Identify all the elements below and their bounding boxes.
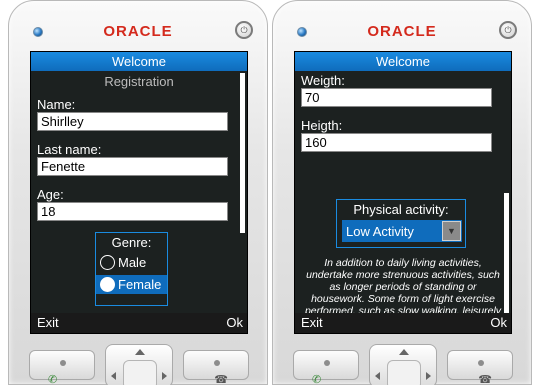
arrow-right-icon[interactable] xyxy=(426,372,431,380)
dot-icon xyxy=(60,360,66,366)
phone-screen: Welcome Registration Name: Shirlley Last… xyxy=(30,51,248,334)
dpad[interactable] xyxy=(105,344,173,385)
end-call-icon: ☎ xyxy=(214,374,228,385)
right-soft-button[interactable]: ☎ xyxy=(183,350,249,385)
scrollbar[interactable] xyxy=(240,73,245,313)
name-field[interactable]: Shirlley xyxy=(37,112,228,131)
brand-logo: ORACLE xyxy=(367,23,437,40)
arrow-up-icon[interactable] xyxy=(399,349,409,355)
dropdown-arrow-icon[interactable]: ▼ xyxy=(442,221,461,241)
lastname-label: Last name: xyxy=(37,142,102,157)
brand-logo: ORACLE xyxy=(103,23,173,40)
scrollbar-thumb[interactable] xyxy=(240,73,245,233)
power-button[interactable]: ⏻ xyxy=(235,21,253,39)
height-field[interactable]: 160 xyxy=(301,133,492,152)
power-button[interactable]: ⏻ xyxy=(499,21,517,39)
phone-screen: Welcome Weigth: 70 Heigth: 160 Physical … xyxy=(294,51,512,334)
arrow-up-icon[interactable] xyxy=(135,349,145,355)
form-content: Registration Name: Shirlley Last name: F… xyxy=(31,71,247,315)
name-label: Name: xyxy=(37,97,76,112)
ok-softkey[interactable]: Ok xyxy=(226,313,243,333)
dpad-select-button[interactable] xyxy=(123,360,157,385)
activity-description: In addition to daily living activities, … xyxy=(304,257,502,315)
power-icon: ⏻ xyxy=(240,24,248,35)
height-label: Heigth: xyxy=(301,118,343,133)
genre-option-label: Male xyxy=(118,255,147,270)
right-soft-button[interactable]: ☎ xyxy=(447,350,513,385)
form-subtitle: Registration xyxy=(104,74,174,89)
call-icon: ✆ xyxy=(312,374,322,385)
activity-select[interactable]: Low Activity ▼ xyxy=(342,220,462,242)
age-field[interactable]: 18 xyxy=(37,202,228,221)
activity-selected-value: Low Activity xyxy=(346,223,414,239)
dot-icon xyxy=(478,360,484,366)
keypad: ✆ ☎ xyxy=(29,344,249,385)
screen-title: Welcome xyxy=(31,52,247,71)
end-call-icon: ☎ xyxy=(478,374,492,385)
radio-checked-icon xyxy=(100,277,115,292)
dot-icon xyxy=(214,360,220,366)
dpad[interactable] xyxy=(369,344,437,385)
radio-unchecked-icon xyxy=(100,255,115,270)
dot-icon xyxy=(324,360,330,366)
softkey-bar: Exit Ok xyxy=(295,313,511,333)
screen-title: Welcome xyxy=(295,52,511,71)
ok-softkey[interactable]: Ok xyxy=(490,313,507,333)
activity-label: Physical activity: xyxy=(353,202,449,217)
activity-group: Physical activity: Low Activity ▼ xyxy=(336,199,466,248)
weight-field[interactable]: 70 xyxy=(301,88,492,107)
lastname-field[interactable]: Fenette xyxy=(37,157,228,176)
form-content: Weigth: 70 Heigth: 160 Physical activity… xyxy=(295,71,511,315)
arrow-left-icon[interactable] xyxy=(111,372,116,380)
power-icon: ⏻ xyxy=(504,24,512,35)
weight-label: Weigth: xyxy=(301,73,345,88)
genre-option-label: Female xyxy=(118,277,162,292)
exit-softkey[interactable]: Exit xyxy=(301,313,323,333)
scrollbar-thumb[interactable] xyxy=(504,193,509,313)
phone-emulator-right: ORACLE ⏻ Welcome Weigth: 70 Heigth: 160 … xyxy=(272,0,532,385)
genre-label: Genre: xyxy=(111,235,152,250)
keypad: ✆ ☎ xyxy=(293,344,513,385)
genre-group: Genre: Male Female xyxy=(95,232,168,306)
call-icon: ✆ xyxy=(48,374,58,385)
genre-option-female[interactable]: Female xyxy=(96,275,167,294)
softkey-bar: Exit Ok xyxy=(31,313,247,333)
dpad-select-button[interactable] xyxy=(387,360,421,385)
phone-emulator-left: ORACLE ⏻ Welcome Registration Name: Shir… xyxy=(8,0,268,385)
arrow-right-icon[interactable] xyxy=(162,372,167,380)
arrow-left-icon[interactable] xyxy=(375,372,380,380)
genre-option-male[interactable]: Male xyxy=(96,253,167,272)
left-soft-button[interactable]: ✆ xyxy=(29,350,95,385)
scrollbar[interactable] xyxy=(504,73,509,313)
age-label: Age: xyxy=(37,187,64,202)
exit-softkey[interactable]: Exit xyxy=(37,313,59,333)
left-soft-button[interactable]: ✆ xyxy=(293,350,359,385)
